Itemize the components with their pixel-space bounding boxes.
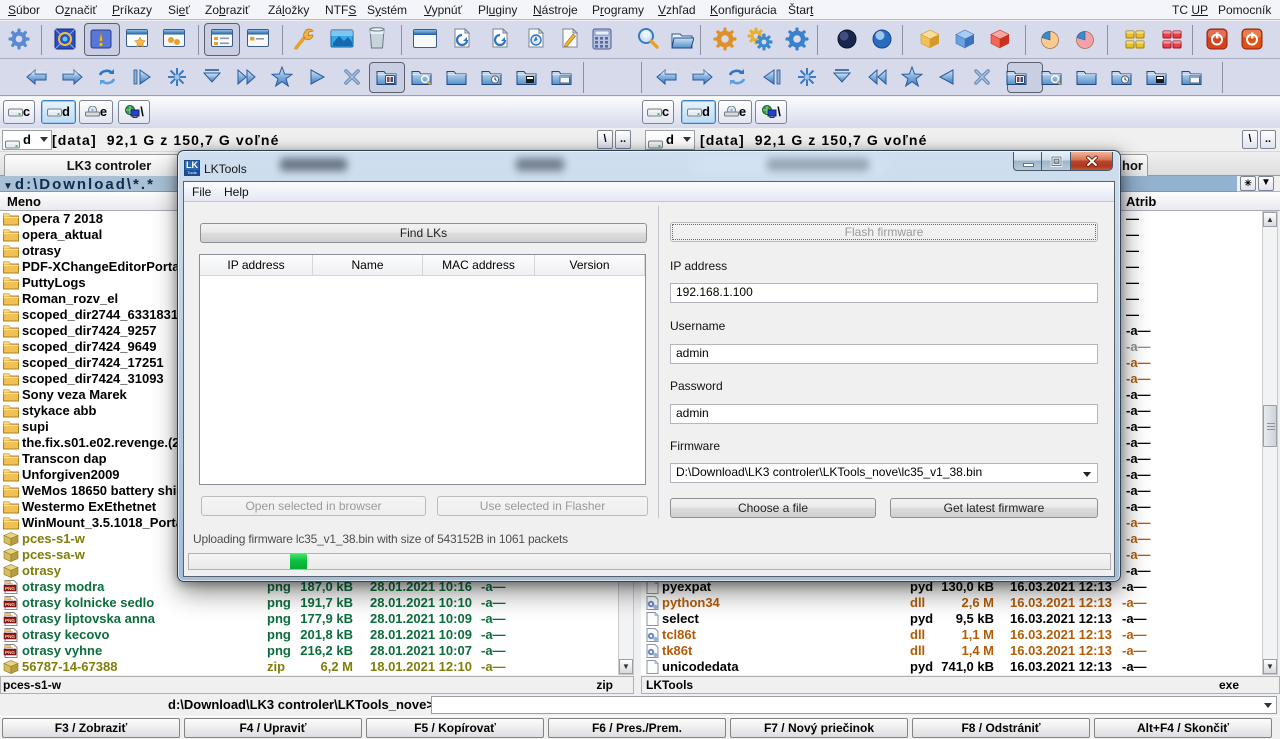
svg-text:PNG: PNG [5, 586, 15, 591]
svg-text:PNG: PNG [5, 634, 15, 639]
svg-text:PNG: PNG [5, 650, 15, 655]
svg-text:PNG: PNG [5, 602, 15, 607]
svg-text:PNG: PNG [5, 618, 15, 623]
